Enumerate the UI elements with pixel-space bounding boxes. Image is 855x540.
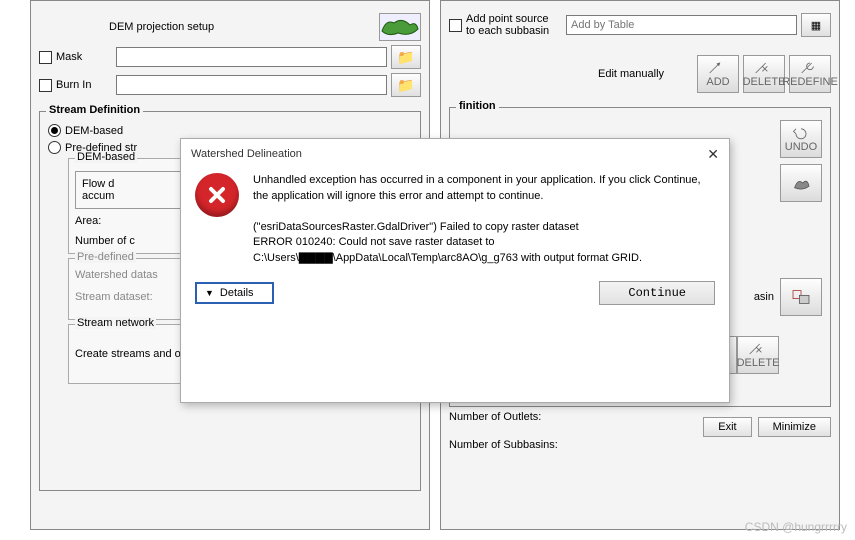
dialog-message: Unhandled exception has occurred in a co… — [253, 173, 715, 267]
watershed-dataset-label: Watershed datas — [75, 269, 185, 281]
predefined-sub-title: Pre-defined — [75, 251, 136, 263]
predefined-radio[interactable] — [48, 141, 61, 154]
asin-label: asin — [754, 291, 774, 303]
asin-button[interactable] — [780, 278, 822, 316]
watermark: CSDN @hungrrrrry — [745, 520, 847, 534]
details-button[interactable]: ▼ Details — [195, 282, 274, 304]
dialog-title: Watershed Delineation — [191, 148, 302, 160]
stream-network-title: Stream network — [75, 317, 156, 329]
finition-title: finition — [456, 100, 499, 112]
flow-accum-label: Flow d accum — [82, 178, 114, 202]
edit-manually-label: Edit manually — [598, 68, 693, 80]
reservoir-delete-button[interactable]: DELETE — [737, 336, 779, 374]
folder-icon — [397, 77, 414, 94]
error-icon — [195, 173, 239, 217]
exit-button[interactable]: Exit — [703, 417, 751, 437]
burnin-label: Burn In — [56, 79, 116, 91]
mask-checkbox[interactable] — [39, 51, 52, 64]
table-icon: ▦ — [811, 19, 821, 32]
burnin-checkbox[interactable] — [39, 79, 52, 92]
mask-input[interactable] — [116, 47, 387, 67]
edit-add-button[interactable]: ADD — [697, 55, 739, 93]
dem-based-radio[interactable] — [48, 124, 61, 137]
mask-label: Mask — [56, 51, 116, 63]
stream-dataset-label: Stream dataset: — [75, 291, 185, 303]
watershed-button[interactable] — [780, 164, 822, 202]
edit-delete-button[interactable]: DELETE — [743, 55, 785, 93]
minimize-button[interactable]: Minimize — [758, 417, 831, 437]
close-icon[interactable]: ✕ — [707, 146, 719, 163]
num-subbasins-label: Number of Subbasins: — [449, 439, 558, 451]
dem-based-label: DEM-based — [65, 125, 123, 137]
edit-redefine-button[interactable]: REDEFINE — [789, 55, 831, 93]
add-by-table-button[interactable]: ▦ — [801, 13, 831, 37]
chevron-down-icon: ▼ — [205, 288, 214, 298]
continue-button[interactable]: Continue — [599, 281, 715, 305]
burnin-folder-button[interactable] — [391, 73, 421, 97]
add-by-table-input[interactable] — [566, 15, 797, 35]
error-dialog: Watershed Delineation ✕ Unhandled except… — [180, 138, 730, 403]
dem-projection-button[interactable] — [379, 13, 421, 41]
stream-definition-title: Stream Definition — [46, 104, 143, 116]
dem-projection-label: DEM projection setup — [109, 21, 214, 33]
add-pointsource-label: Add point source to each subbasin — [466, 13, 566, 37]
add-pointsource-checkbox[interactable] — [449, 19, 462, 32]
dem-sub-title: DEM-based — [75, 151, 137, 163]
mask-folder-button[interactable] — [391, 45, 421, 69]
num-outlets-label: Number of Outlets: — [449, 411, 541, 437]
undo-button[interactable]: UNDO — [780, 120, 822, 158]
burnin-input[interactable] — [116, 75, 387, 95]
folder-icon — [397, 49, 414, 66]
